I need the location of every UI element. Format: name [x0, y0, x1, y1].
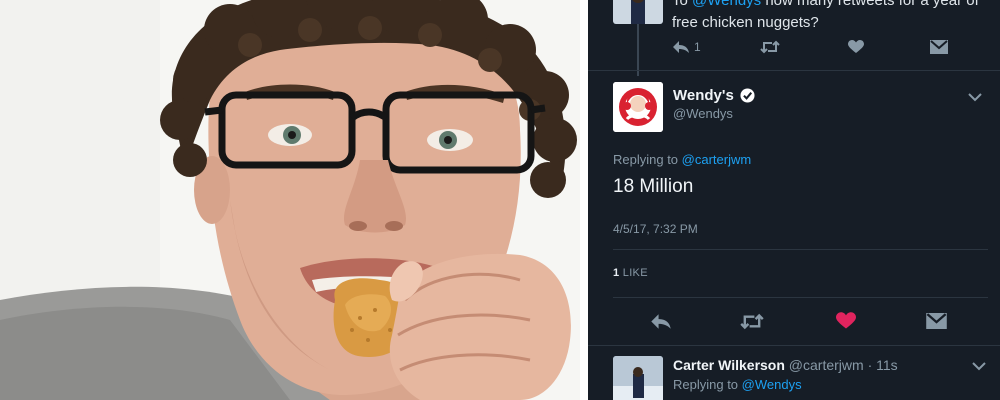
retweet-button[interactable] — [740, 312, 764, 330]
author-line: Carter Wilkerson @carterjwm · 11s — [673, 357, 898, 373]
divider — [613, 297, 988, 298]
reply-count: 1 — [694, 40, 701, 54]
selfie-photo — [0, 0, 580, 400]
divider — [588, 345, 1000, 346]
chevron-down-icon[interactable] — [968, 92, 982, 102]
wendys-logo — [613, 82, 663, 132]
avatar[interactable] — [613, 0, 663, 24]
replying-prefix: Replying to — [673, 377, 742, 392]
author-name-text[interactable]: Wendy's — [673, 87, 734, 104]
divider — [588, 70, 1000, 71]
retweet-icon — [760, 40, 780, 54]
author-meta: @carterjwm · 11s — [784, 357, 898, 373]
thread-line — [637, 24, 639, 76]
like-button[interactable] — [848, 38, 864, 56]
parent-action-bar: 1 — [672, 38, 972, 58]
dm-icon — [926, 313, 947, 329]
heart-icon — [848, 40, 864, 53]
dm-button[interactable] — [930, 38, 948, 56]
chevron-down-icon[interactable] — [972, 361, 986, 371]
divider — [613, 249, 988, 250]
author-name[interactable]: Wendy's — [673, 87, 755, 104]
screenshot-composite: To @Wendys how many retweets for a year … — [0, 0, 1000, 400]
panel-gap — [580, 0, 588, 400]
parent-tweet[interactable]: To @Wendys how many retweets for a year … — [588, 0, 1000, 76]
main-action-bar — [588, 306, 1000, 336]
dm-button[interactable] — [926, 312, 947, 330]
replying-prefix: Replying to — [613, 152, 682, 167]
like-label: LIKE — [619, 267, 648, 279]
avatar[interactable] — [613, 356, 663, 400]
replying-to: Replying to @carterjwm — [613, 152, 751, 167]
replying-mention[interactable]: @carterjwm — [682, 152, 752, 167]
retweet-icon — [740, 313, 764, 329]
tweet-body: 18 Million — [613, 176, 694, 197]
like-count[interactable]: 1 LIKE — [613, 267, 648, 279]
like-button[interactable] — [836, 312, 856, 330]
dm-icon — [930, 40, 948, 54]
reply-icon — [673, 41, 689, 53]
retweet-button[interactable] — [760, 38, 780, 56]
author-name[interactable]: Carter Wilkerson — [673, 357, 785, 373]
avatar[interactable] — [613, 82, 663, 132]
parent-tweet-text: To @Wendys how many retweets for a year … — [672, 0, 992, 34]
replying-to: Replying to @Wendys — [673, 377, 802, 392]
heart-icon — [836, 312, 856, 329]
reply-button[interactable] — [650, 312, 672, 330]
main-tweet: Wendy's @Wendys Replying to @carterjwm 1… — [588, 76, 1000, 346]
mention-link[interactable]: @Wendys — [692, 0, 761, 9]
reply-tweet[interactable]: Carter Wilkerson @carterjwm · 11s Replyi… — [588, 348, 1000, 400]
tweet-prefix: To — [672, 0, 693, 9]
author-handle[interactable]: @Wendys — [673, 106, 733, 121]
tweet-timestamp: 4/5/17, 7:32 PM — [613, 222, 698, 236]
verified-icon — [740, 88, 755, 103]
reply-icon — [651, 313, 671, 329]
twitter-thread: To @Wendys how many retweets for a year … — [588, 0, 1000, 400]
replying-mention[interactable]: @Wendys — [742, 377, 802, 392]
reply-button[interactable]: 1 — [672, 38, 701, 56]
photo-panel — [0, 0, 580, 400]
